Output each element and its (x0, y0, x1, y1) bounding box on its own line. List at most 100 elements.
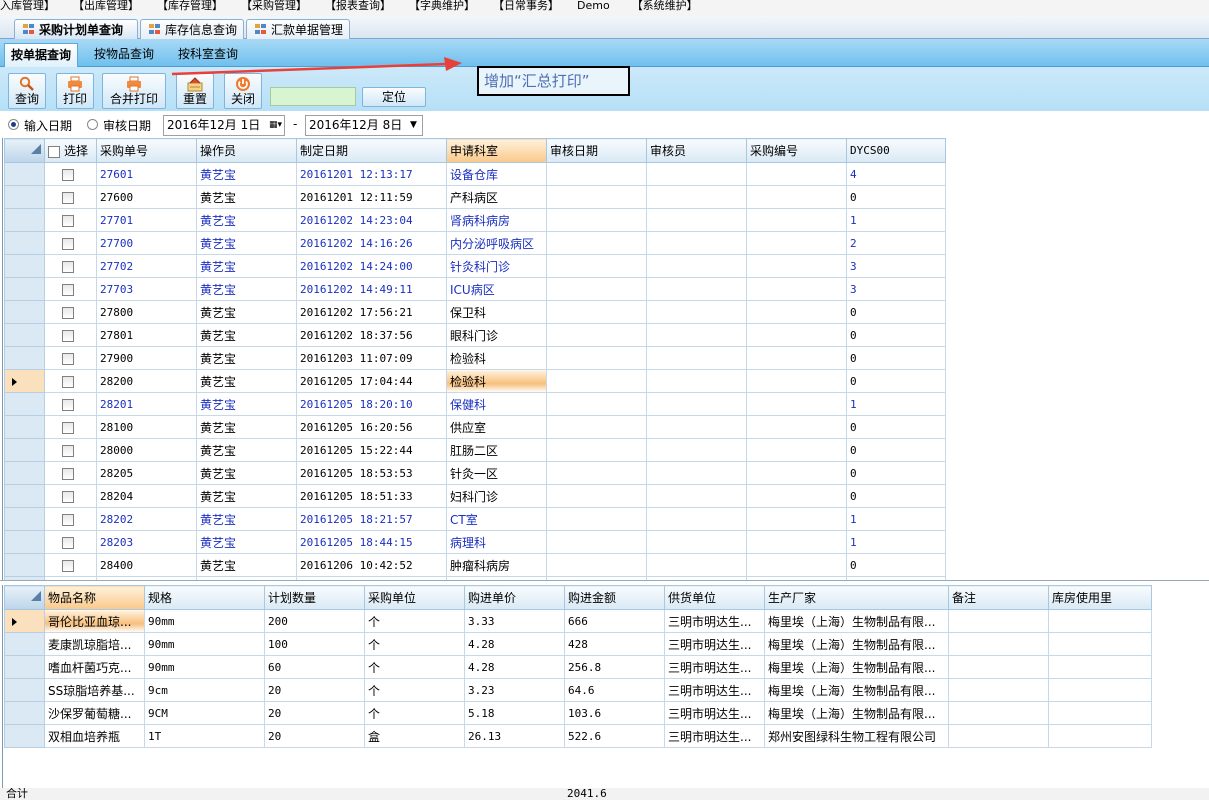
row-indicator[interactable] (4, 507, 45, 531)
row-indicator[interactable] (4, 346, 45, 370)
review-date-radio[interactable] (87, 119, 98, 130)
date-from-picker[interactable]: 2016年12月 1日 ▦▾ (163, 115, 285, 136)
row-indicator[interactable] (4, 323, 45, 347)
row-indicator[interactable] (4, 461, 45, 485)
subtab-by-document[interactable]: 按单据查询 (4, 43, 79, 67)
row-checkbox[interactable] (62, 536, 74, 549)
col-review-date[interactable]: 审核日期 (546, 138, 647, 163)
row-indicator[interactable] (4, 392, 45, 416)
col-amount[interactable]: 购进金额 (564, 585, 665, 610)
row-indicator[interactable] (4, 231, 45, 255)
table-row[interactable]: 嗜血杆菌巧克... 90mm 60 个 4.28 256.8 三明市明达生... 梅里埃（上海… (4, 655, 1152, 679)
row-checkbox[interactable] (62, 306, 74, 319)
row-indicator[interactable] (4, 438, 45, 462)
col-unit-price[interactable]: 购进单价 (464, 585, 565, 610)
select-all-checkbox[interactable] (48, 145, 60, 158)
close-button[interactable]: 关闭 (224, 73, 262, 109)
row-checkbox[interactable] (62, 168, 74, 181)
row-indicator-header[interactable] (4, 138, 45, 163)
col-purchase-unit[interactable]: 采购单位 (364, 585, 465, 610)
table-row[interactable]: 双相血培养瓶 1T 20 盒 26.13 522.6 三明市明达生... 郑州安图绿科生物工程… (4, 724, 1152, 748)
input-date-radio[interactable] (8, 119, 19, 130)
menu-item[interactable]: 【报表查询】 (325, 0, 391, 16)
col-plan-qty[interactable]: 计划数量 (264, 585, 365, 610)
col-department[interactable]: 申请科室 (446, 138, 547, 163)
print-button[interactable]: 打印 (56, 73, 94, 109)
table-row[interactable]: 27801 黄艺宝 20161202 18:37:56 眼科门诊 0 (4, 323, 946, 347)
col-remark[interactable]: 备注 (948, 585, 1049, 610)
table-row[interactable]: 27700 黄艺宝 20161202 14:16:26 内分泌呼吸病区 2 (4, 231, 946, 255)
table-row[interactable]: 28000 黄艺宝 20161205 15:22:44 肛肠二区 0 (4, 438, 946, 462)
locate-button[interactable]: 定位 (362, 87, 426, 107)
table-row[interactable]: 沙保罗葡萄糖... 9CM 20 个 5.18 103.6 三明市明达生... 梅里埃（上海）… (4, 701, 1152, 725)
row-indicator[interactable] (4, 484, 45, 508)
col-reviewer[interactable]: 审核员 (646, 138, 747, 163)
menu-item[interactable]: 【字典维护】 (409, 0, 475, 16)
menu-item[interactable]: 【系统维护】 (632, 0, 698, 16)
tab-inventory-query[interactable]: 库存信息查询 (140, 19, 244, 39)
table-row[interactable]: 27600 黄艺宝 20161201 12:11:59 产科病区 0 (4, 185, 946, 209)
row-indicator[interactable] (4, 678, 45, 702)
row-checkbox[interactable] (62, 467, 74, 480)
row-indicator[interactable] (4, 254, 45, 278)
merge-print-button[interactable]: 合并打印 (102, 73, 166, 109)
row-indicator[interactable] (4, 655, 45, 679)
row-checkbox[interactable] (62, 375, 74, 388)
table-row[interactable]: 27601 黄艺宝 20161201 12:13:17 设备仓库 4 (4, 162, 946, 186)
table-row[interactable]: 27900 黄艺宝 20161203 11:07:09 检验科 0 (4, 346, 946, 370)
row-indicator[interactable] (4, 701, 45, 725)
row-indicator[interactable] (4, 530, 45, 554)
row-checkbox[interactable] (62, 191, 74, 204)
menu-item[interactable]: 入库管理】 (0, 0, 55, 16)
row-checkbox[interactable] (62, 444, 74, 457)
row-indicator[interactable] (4, 415, 45, 439)
date-to-picker[interactable]: 2016年12月 8日 ▼ (305, 115, 423, 136)
table-row[interactable]: 28200 黄艺宝 20161205 17:04:44 检验科 0 (4, 369, 946, 393)
tab-remittance-management[interactable]: 汇款单据管理 (246, 19, 350, 39)
table-row[interactable]: 27703 黄艺宝 20161202 14:49:11 ICU病区 3 (4, 277, 946, 301)
row-indicator[interactable] (4, 300, 45, 324)
table-row[interactable]: 哥伦比亚血琼... 90mm 200 个 3.33 666 三明市明达生... 梅里埃（上海）… (4, 609, 1152, 633)
reset-button[interactable]: 重置 (176, 73, 214, 109)
row-checkbox[interactable] (62, 421, 74, 434)
col-storage-usage[interactable]: 库房使用里 (1048, 585, 1152, 610)
col-item-name[interactable]: 物品名称 (44, 585, 145, 610)
row-indicator[interactable] (4, 724, 45, 748)
row-checkbox[interactable] (62, 352, 74, 365)
subtab-by-item[interactable]: 按物品查询 (88, 43, 160, 67)
calendar-dropdown-icon[interactable]: ▦▾ (267, 116, 284, 135)
menu-item[interactable]: Demo (577, 0, 610, 16)
col-purchase-code[interactable]: 采购编号 (746, 138, 847, 163)
table-row[interactable]: 28400 黄艺宝 20161206 10:42:52 肿瘤科病房 0 (4, 553, 946, 577)
row-indicator[interactable] (4, 162, 45, 186)
row-checkbox[interactable] (62, 283, 74, 296)
row-indicator[interactable] (4, 208, 45, 232)
table-row[interactable]: 28204 黄艺宝 20161205 18:51:33 妇科门诊 0 (4, 484, 946, 508)
table-row[interactable]: 27701 黄艺宝 20161202 14:23:04 肾病科病房 1 (4, 208, 946, 232)
row-indicator[interactable] (4, 632, 45, 656)
menu-item[interactable]: 【采购管理】 (241, 0, 307, 16)
menu-item[interactable]: 【库存管理】 (157, 0, 223, 16)
row-indicator[interactable] (4, 185, 45, 209)
row-indicator[interactable] (4, 277, 45, 301)
table-row[interactable]: SS琼脂培养基... 9cm 20 个 3.23 64.6 三明市明达生... 梅里埃（上海）… (4, 678, 1152, 702)
row-indicator[interactable] (4, 553, 45, 577)
row-checkbox[interactable] (62, 490, 74, 503)
row-indicator[interactable] (4, 609, 45, 633)
row-checkbox[interactable] (62, 214, 74, 227)
table-row[interactable]: 28202 黄艺宝 20161205 18:21:57 CT室 1 (4, 507, 946, 531)
table-row[interactable]: 28205 黄艺宝 20161205 18:53:53 针灸一区 0 (4, 461, 946, 485)
table-row[interactable]: 28203 黄艺宝 20161205 18:44:15 病理科 1 (4, 530, 946, 554)
row-checkbox[interactable] (62, 237, 74, 250)
row-checkbox[interactable] (62, 559, 74, 572)
col-supplier[interactable]: 供货单位 (664, 585, 765, 610)
col-dycs00[interactable]: DYCS00 (846, 138, 946, 163)
table-row[interactable]: 27702 黄艺宝 20161202 14:24:00 针灸科门诊 3 (4, 254, 946, 278)
table-row[interactable]: 27800 黄艺宝 20161202 17:56:21 保卫科 0 (4, 300, 946, 324)
menu-item[interactable]: 【出库管理】 (73, 0, 139, 16)
row-checkbox[interactable] (62, 260, 74, 273)
col-select[interactable]: 选择 (44, 138, 97, 163)
tab-purchase-plan-query[interactable]: 采购计划单查询 (14, 19, 138, 39)
row-checkbox[interactable] (62, 513, 74, 526)
row-checkbox[interactable] (62, 329, 74, 342)
